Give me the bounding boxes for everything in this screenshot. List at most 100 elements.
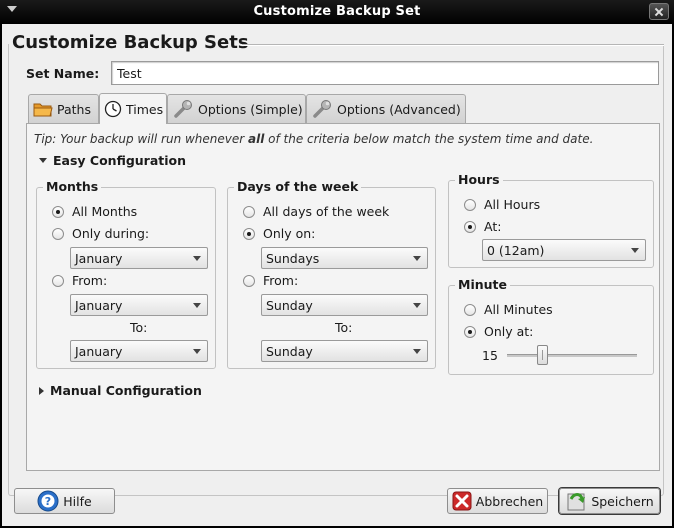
radio-selected-icon — [243, 227, 255, 240]
tab-paths[interactable]: Paths — [28, 94, 99, 123]
tip-text: Tip: Your backup will run whenever all o… — [34, 132, 593, 146]
months-from-value: January — [75, 298, 123, 313]
months-only-select[interactable]: January — [70, 247, 208, 269]
months-to-value: January — [75, 344, 123, 359]
manual-configuration-label: Manual Configuration — [50, 383, 202, 398]
clock-icon — [104, 100, 122, 118]
chevron-down-icon — [193, 256, 201, 261]
days-of-week-title: Days of the week — [234, 179, 362, 194]
months-only-radio[interactable]: Only during: — [52, 226, 149, 241]
months-from-radio[interactable]: From: — [52, 273, 107, 288]
days-only-label: Only on: — [263, 226, 316, 241]
radio-selected-icon — [464, 220, 476, 233]
days-of-week-frame: Days of the week All days of the week On… — [227, 179, 436, 369]
days-from-label: From: — [263, 273, 299, 288]
page-title: Customize Backup Sets — [12, 32, 249, 53]
hours-frame: Hours All Hours At: 0 (12am) — [448, 172, 654, 268]
days-from-select[interactable]: Sunday — [261, 294, 428, 316]
days-to-select[interactable]: Sunday — [261, 340, 428, 362]
days-all-radio[interactable]: All days of the week — [243, 204, 389, 219]
radio-icon — [464, 198, 476, 211]
tab-times[interactable]: Times — [99, 93, 167, 124]
chevron-down-icon — [193, 303, 201, 308]
chevron-down-icon — [631, 248, 639, 253]
months-only-label: Only during: — [72, 226, 150, 241]
minute-slider-handle[interactable] — [537, 345, 549, 365]
hours-title: Hours — [455, 172, 503, 187]
wrench-icon — [313, 100, 331, 118]
window-close-button[interactable] — [649, 3, 669, 20]
manual-configuration-expander[interactable]: Manual Configuration — [39, 383, 202, 398]
months-from-select[interactable]: January — [70, 294, 208, 316]
help-button[interactable]: ? Hilfe — [14, 488, 115, 514]
hours-at-value: 0 (12am) — [487, 243, 545, 258]
window-title: Customize Backup Set — [253, 4, 421, 19]
tip-prefix: Tip: Your backup will run whenever — [34, 132, 249, 146]
wrench-icon — [174, 100, 192, 118]
set-name-input[interactable] — [111, 61, 659, 85]
cancel-button-label: Abbrechen — [475, 493, 544, 509]
tab-times-label: Times — [126, 101, 164, 117]
minute-value: 15 — [482, 348, 498, 363]
months-to-label: To: — [130, 320, 148, 335]
chevron-down-icon — [193, 349, 201, 354]
days-from-radio[interactable]: From: — [243, 273, 298, 288]
minute-frame: Minute All Minutes Only at: 15 — [448, 277, 654, 375]
months-title: Months — [43, 179, 102, 194]
save-button[interactable]: Speichern — [559, 488, 660, 514]
days-only-select[interactable]: Sundays — [261, 247, 428, 269]
months-all-radio[interactable]: All Months — [52, 204, 137, 219]
save-icon — [567, 493, 586, 511]
minute-slider-track[interactable] — [507, 354, 637, 357]
chevron-down-icon — [413, 303, 421, 308]
days-all-label: All days of the week — [263, 204, 390, 219]
save-button-label: Speichern — [591, 493, 654, 509]
days-only-value: Sundays — [266, 251, 320, 266]
days-from-value: Sunday — [266, 298, 313, 313]
radio-icon — [464, 303, 476, 316]
months-to-select[interactable]: January — [70, 340, 208, 362]
minute-all-radio[interactable]: All Minutes — [464, 302, 553, 317]
days-only-radio[interactable]: Only on: — [243, 226, 315, 241]
window-titlebar: Customize Backup Set — [0, 0, 674, 24]
radio-selected-icon — [52, 205, 64, 218]
months-from-label: From: — [72, 273, 108, 288]
minute-only-radio[interactable]: Only at: — [464, 324, 533, 339]
times-tab-panel: Tip: Your backup will run whenever all o… — [26, 123, 660, 471]
svg-text:?: ? — [45, 495, 51, 508]
dialog-body: Customize Backup Sets Set Name: Paths Ti… — [2, 24, 672, 526]
radio-icon — [52, 227, 64, 240]
cancel-icon — [452, 491, 472, 511]
tab-options-simple-label: Options (Simple) — [198, 101, 303, 117]
months-frame: Months All Months Only during: January F… — [36, 179, 216, 369]
hours-at-select[interactable]: 0 (12am) — [482, 239, 646, 261]
help-button-label: Hilfe — [63, 493, 92, 509]
tab-options-advanced[interactable]: Options (Advanced) — [306, 94, 466, 123]
days-to-value: Sunday — [266, 344, 313, 359]
tab-options-simple[interactable]: Options (Simple) — [167, 94, 306, 123]
easy-configuration-expander[interactable]: Easy Configuration — [39, 153, 186, 168]
tip-emphasis: all — [248, 132, 265, 146]
radio-icon — [243, 274, 255, 287]
hours-all-label: All Hours — [484, 197, 541, 212]
months-all-label: All Months — [72, 204, 138, 219]
hours-at-radio[interactable]: At: — [464, 219, 501, 234]
hours-at-label: At: — [484, 219, 502, 234]
set-name-label: Set Name: — [26, 66, 100, 81]
chevron-down-icon — [413, 256, 421, 261]
days-to-label: To: — [335, 320, 353, 335]
expanded-triangle-icon — [39, 158, 47, 163]
cancel-button[interactable]: Abbrechen — [447, 488, 548, 514]
hours-all-radio[interactable]: All Hours — [464, 197, 540, 212]
radio-selected-icon — [464, 325, 476, 338]
folder-icon — [33, 103, 53, 117]
radio-icon — [52, 274, 64, 287]
minute-title: Minute — [455, 277, 510, 292]
tab-options-advanced-label: Options (Advanced) — [337, 101, 461, 117]
months-only-value: January — [75, 251, 123, 266]
chevron-down-icon — [413, 349, 421, 354]
minute-only-label: Only at: — [484, 324, 534, 339]
tip-suffix: of the criteria below match the system t… — [264, 132, 594, 146]
collapsed-triangle-icon — [39, 386, 44, 395]
heading-divider — [242, 44, 664, 46]
